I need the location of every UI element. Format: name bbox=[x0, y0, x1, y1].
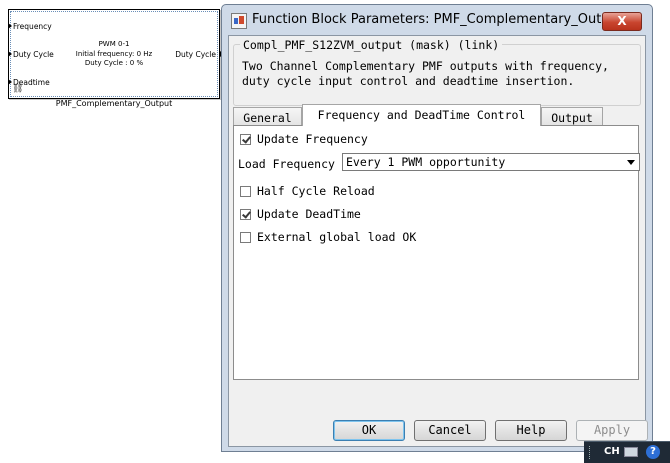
tab-panel: Update Frequency Load Frequency Every 1 … bbox=[233, 125, 640, 380]
dialog-title: Function Block Parameters: PMF_Complemen… bbox=[252, 12, 623, 27]
function-block-parameters-dialog: Function Block Parameters: PMF_Complemen… bbox=[221, 4, 653, 452]
simulink-app-icon bbox=[231, 13, 247, 29]
input-port-frequency: Frequency bbox=[13, 22, 52, 31]
block-initial-frequency: Initial frequency: 0 Hz bbox=[75, 50, 153, 58]
help-button[interactable]: Help bbox=[495, 420, 567, 441]
close-button[interactable]: X bbox=[602, 12, 642, 31]
external-global-load-row[interactable]: External global load OK bbox=[240, 230, 416, 244]
load-frequency-value: Every 1 PWM opportunity bbox=[346, 155, 506, 169]
description-line: duty cycle input control and deadtime in… bbox=[242, 74, 575, 88]
keyboard-icon[interactable] bbox=[624, 447, 638, 457]
help-icon[interactable]: ? bbox=[646, 445, 660, 459]
half-cycle-reload-row[interactable]: Half Cycle Reload bbox=[240, 184, 375, 198]
ok-button[interactable]: OK bbox=[333, 420, 405, 441]
external-global-load-label: External global load OK bbox=[257, 230, 417, 244]
tab-frequency-and-deadtime-control[interactable]: Frequency and DeadTime Control bbox=[302, 104, 541, 126]
update-deadtime-label: Update DeadTime bbox=[257, 207, 361, 221]
update-frequency-label: Update Frequency bbox=[257, 132, 368, 146]
mask-title: Compl_PMF_S12ZVM_output (mask) (link) bbox=[240, 38, 503, 52]
grip-handle[interactable] bbox=[589, 446, 592, 459]
update-deadtime-checkbox[interactable] bbox=[240, 209, 251, 220]
dropdown-arrow-icon[interactable] bbox=[627, 160, 635, 165]
tab-output[interactable]: Output bbox=[541, 107, 603, 126]
library-link-icon: ⛓ bbox=[12, 84, 24, 94]
mask-description-group: Compl_PMF_S12ZVM_output (mask) (link) Tw… bbox=[233, 38, 641, 106]
half-cycle-reload-label: Half Cycle Reload bbox=[257, 184, 375, 198]
mask-description: Two Channel Complementary PMF outputs wi… bbox=[242, 59, 609, 89]
block-initial-duty-cycle: Duty Cycle : 0 % bbox=[84, 59, 144, 67]
language-bar: CH ? bbox=[584, 441, 670, 463]
load-frequency-select[interactable]: Every 1 PWM opportunity bbox=[342, 153, 640, 171]
tab-general[interactable]: General bbox=[233, 107, 302, 126]
dialog-titlebar[interactable]: Function Block Parameters: PMF_Complemen… bbox=[222, 5, 652, 35]
block-name-label[interactable]: PMF_Complementary_Output bbox=[8, 99, 220, 108]
update-frequency-row[interactable]: Update Frequency bbox=[240, 132, 368, 146]
description-line: Two Channel Complementary PMF outputs wi… bbox=[242, 59, 609, 73]
input-language-indicator[interactable]: CH bbox=[604, 446, 620, 457]
update-deadtime-row[interactable]: Update DeadTime bbox=[240, 207, 361, 221]
pmf-block[interactable]: Frequency Duty Cycle Deadtime Duty Cycle… bbox=[8, 9, 224, 99]
block-pwm-channel: PWM 0-1 bbox=[98, 40, 130, 48]
half-cycle-reload-checkbox[interactable] bbox=[240, 186, 251, 197]
dialog-client-area: Compl_PMF_S12ZVM_output (mask) (link) Tw… bbox=[228, 35, 648, 447]
external-global-load-checkbox[interactable] bbox=[240, 232, 251, 243]
cancel-button[interactable]: Cancel bbox=[414, 420, 486, 441]
apply-button[interactable]: Apply bbox=[576, 420, 648, 441]
update-frequency-checkbox[interactable] bbox=[240, 134, 251, 145]
input-port-arrow-frequency bbox=[8, 23, 12, 29]
load-frequency-label: Load Frequency bbox=[238, 157, 335, 171]
